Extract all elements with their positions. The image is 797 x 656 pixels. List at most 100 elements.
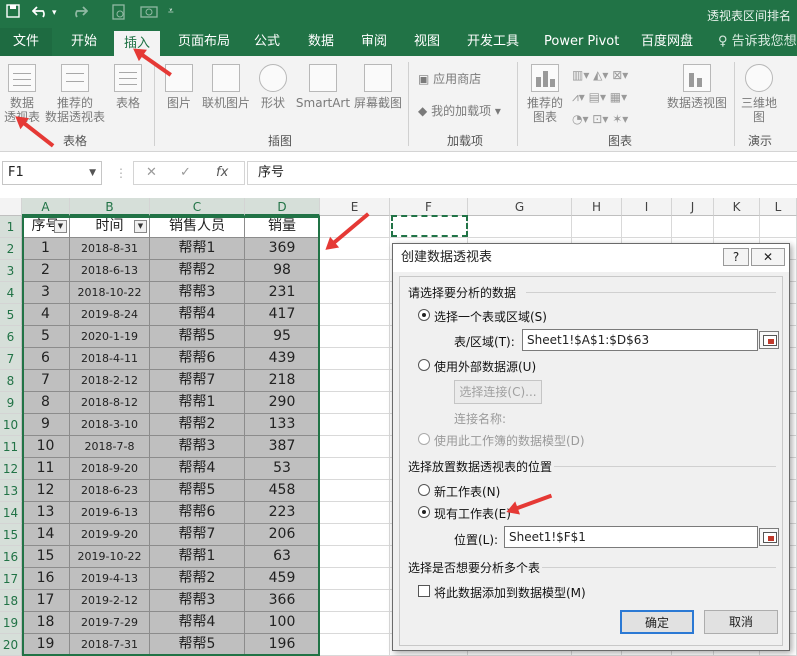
location-input[interactable]: Sheet1!$F$1 [504,526,758,548]
table-cell[interactable]: 帮帮2 [150,414,245,436]
table-cell[interactable]: 218 [245,370,320,392]
tab-home[interactable]: 开始 [71,28,97,56]
undo-icon[interactable] [31,4,50,22]
3d-map-button[interactable]: 三维地 图 [740,64,778,124]
table-cell[interactable]: 4 [22,304,70,326]
table-cell[interactable]: 98 [245,260,320,282]
empty-cell[interactable] [320,458,390,480]
column-header[interactable]: E [320,198,390,216]
table-cell[interactable]: 9 [22,414,70,436]
table-cell[interactable]: 231 [245,282,320,304]
empty-cell[interactable] [320,260,390,282]
redo-icon[interactable] [70,4,89,22]
shapes-button[interactable]: 形状 [258,64,288,110]
row-header[interactable]: 6 [0,326,22,348]
row-header[interactable]: 8 [0,370,22,392]
ok-button[interactable]: 确定 [620,610,694,634]
row-header[interactable]: 2 [0,238,22,260]
row-header[interactable]: 18 [0,590,22,612]
empty-cell[interactable] [320,414,390,436]
table-cell[interactable]: 1 [22,238,70,260]
empty-cell[interactable] [714,216,760,238]
table-cell[interactable]: 2 [22,260,70,282]
table-cell[interactable]: 帮帮6 [150,348,245,370]
radio-select-range-label[interactable]: 选择一个表或区域(S) [434,308,547,325]
empty-cell[interactable] [572,216,622,238]
row-header[interactable]: 11 [0,436,22,458]
table-cell[interactable]: 2018-7-8 [70,436,150,458]
table-cell[interactable]: 369 [245,238,320,260]
table-cell[interactable]: 290 [245,392,320,414]
table-cell[interactable]: 6 [22,348,70,370]
table-cell[interactable]: 387 [245,436,320,458]
table-cell[interactable]: 95 [245,326,320,348]
filter-dropdown-icon[interactable]: ▼ [54,220,67,233]
column-header[interactable]: F [390,198,468,216]
add-to-data-model-label[interactable]: 将此数据添加到数据模型(M) [434,584,586,601]
table-cell[interactable]: 帮帮2 [150,260,245,282]
radio-existing-worksheet-label[interactable]: 现有工作表(E) [434,505,511,522]
table-cell[interactable]: 帮帮7 [150,524,245,546]
table-cell[interactable]: 2018-7-31 [70,634,150,656]
select-all-corner[interactable] [0,198,22,216]
choose-connection-button[interactable]: 选择连接(C)... [454,380,542,404]
table-cell[interactable]: 2019-10-22 [70,546,150,568]
table-cell[interactable]: 2018-2-12 [70,370,150,392]
empty-cell[interactable] [320,524,390,546]
table-cell[interactable]: 13 [22,502,70,524]
radio-select-range[interactable] [418,309,430,321]
tab-view[interactable]: 视图 [414,28,440,56]
table-cell[interactable]: 2018-10-22 [70,282,150,304]
store-button[interactable]: ▣ 应用商店 [418,70,481,87]
chevron-down-icon[interactable]: ▼ [89,162,96,184]
column-header[interactable]: L [760,198,797,216]
tab-baidu-netdisk[interactable]: 百度网盘 [641,28,693,56]
empty-cell[interactable] [320,590,390,612]
radio-external-source-label[interactable]: 使用外部数据源(U) [434,358,536,375]
table-cell[interactable]: 2018-6-13 [70,260,150,282]
empty-cell[interactable] [320,480,390,502]
table-cell[interactable]: 2019-9-20 [70,524,150,546]
table-header-cell[interactable]: 销量 [245,216,320,238]
table-cell[interactable]: 17 [22,590,70,612]
empty-cell[interactable] [320,304,390,326]
table-cell[interactable]: 2019-6-13 [70,502,150,524]
tab-power-pivot[interactable]: Power Pivot [544,28,619,56]
screenshot-button[interactable]: 屏幕截图 [352,64,404,110]
save-icon[interactable] [6,4,20,22]
table-cell[interactable]: 366 [245,590,320,612]
radio-existing-worksheet[interactable] [418,506,430,518]
add-to-data-model-checkbox[interactable] [418,585,430,597]
table-cell[interactable]: 11 [22,458,70,480]
row-header[interactable]: 10 [0,414,22,436]
table-cell[interactable]: 63 [245,546,320,568]
table-cell[interactable]: 459 [245,568,320,590]
row-header[interactable]: 3 [0,260,22,282]
table-cell[interactable]: 16 [22,568,70,590]
table-cell[interactable]: 100 [245,612,320,634]
print-preview-icon[interactable] [112,4,126,24]
table-cell[interactable]: 2018-8-12 [70,392,150,414]
table-cell[interactable]: 2018-9-20 [70,458,150,480]
table-cell[interactable]: 帮帮3 [150,436,245,458]
row-header[interactable]: 15 [0,524,22,546]
table-cell[interactable]: 18 [22,612,70,634]
column-chart-icon[interactable]: ▥▾ ◭▾ ⊠▾ [572,64,628,86]
table-cell[interactable]: 帮帮1 [150,238,245,260]
table-cell[interactable]: 2019-7-29 [70,612,150,634]
fx-icon[interactable]: fx [216,165,228,180]
tab-page-layout[interactable]: 页面布局 [178,28,230,56]
table-cell[interactable]: 3 [22,282,70,304]
my-addins-button[interactable]: ◆ 我的加载项 ▾ [418,102,501,119]
table-cell[interactable]: 53 [245,458,320,480]
recommended-charts-button[interactable]: 推荐的 图表 [524,64,566,124]
table-cell[interactable]: 12 [22,480,70,502]
table-cell[interactable]: 帮帮4 [150,458,245,480]
empty-cell[interactable] [320,326,390,348]
row-header[interactable]: 7 [0,348,22,370]
empty-cell[interactable] [320,348,390,370]
tab-formulas[interactable]: 公式 [254,28,280,56]
table-cell[interactable]: 133 [245,414,320,436]
collapse-range-icon[interactable] [759,331,779,349]
table-cell[interactable]: 8 [22,392,70,414]
